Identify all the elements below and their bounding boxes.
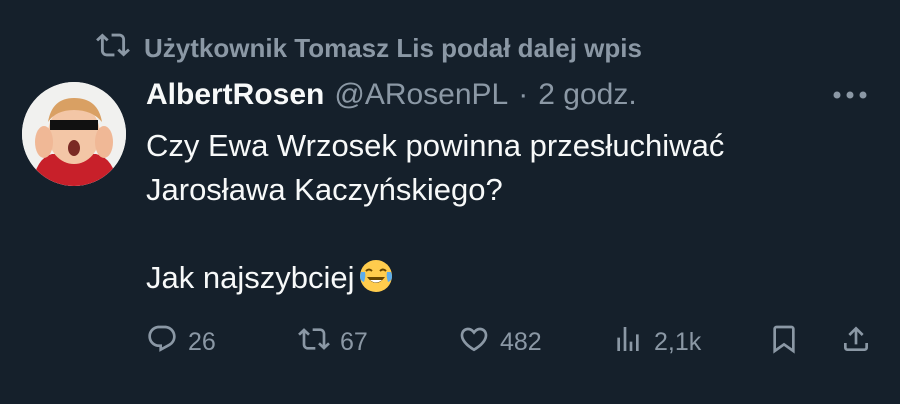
tweet-actions: 26 67 482 2,1k <box>146 320 886 364</box>
views-icon <box>612 323 644 362</box>
views-count: 2,1k <box>654 327 702 356</box>
reply-icon <box>146 323 178 362</box>
retweet-action-icon <box>298 323 330 362</box>
like-count: 482 <box>500 327 542 356</box>
more-options-button[interactable] <box>830 78 870 114</box>
retweet-count: 67 <box>340 327 368 356</box>
retweet-button[interactable]: 67 <box>298 320 368 364</box>
like-button[interactable]: 482 <box>458 320 542 364</box>
separator-dot: · <box>518 78 529 111</box>
tweet-text: Czy Ewa Wrzosek powinna przesłuchiwać Ja… <box>146 124 846 300</box>
retweet-icon <box>96 28 130 69</box>
reply-button[interactable]: 26 <box>146 320 216 364</box>
tweet-header: AlbertRosen @ARosenPL · 2 godz. <box>146 78 637 112</box>
author-handle[interactable]: @ARosenPL <box>334 78 508 112</box>
tweet-line-1: Czy Ewa Wrzosek powinna przesłuchiwać <box>146 128 725 163</box>
tweet-line-3-wrap: Jak najszybciej <box>146 256 846 300</box>
retweet-banner[interactable]: Użytkownik Tomasz Lis podał dalej wpis <box>96 28 642 69</box>
more-icon <box>832 87 868 105</box>
tweet-timestamp[interactable]: 2 godz. <box>538 78 636 112</box>
tweet-line-3: Jak najszybciej <box>146 260 355 295</box>
face-with-tears-of-joy-emoji <box>358 258 394 294</box>
tweet-line-2: Jarosława Kaczyńskiego? <box>146 172 503 207</box>
bookmark-icon <box>768 323 800 362</box>
reply-count: 26 <box>188 327 216 356</box>
share-icon <box>840 323 872 362</box>
heart-icon <box>458 323 490 362</box>
bookmark-button[interactable] <box>768 320 800 364</box>
share-button[interactable] <box>840 320 872 364</box>
author-name[interactable]: AlbertRosen <box>146 78 324 112</box>
views-button[interactable]: 2,1k <box>612 320 701 364</box>
avatar[interactable] <box>22 82 126 186</box>
retweet-label: Użytkownik Tomasz Lis podał dalej wpis <box>144 33 642 63</box>
